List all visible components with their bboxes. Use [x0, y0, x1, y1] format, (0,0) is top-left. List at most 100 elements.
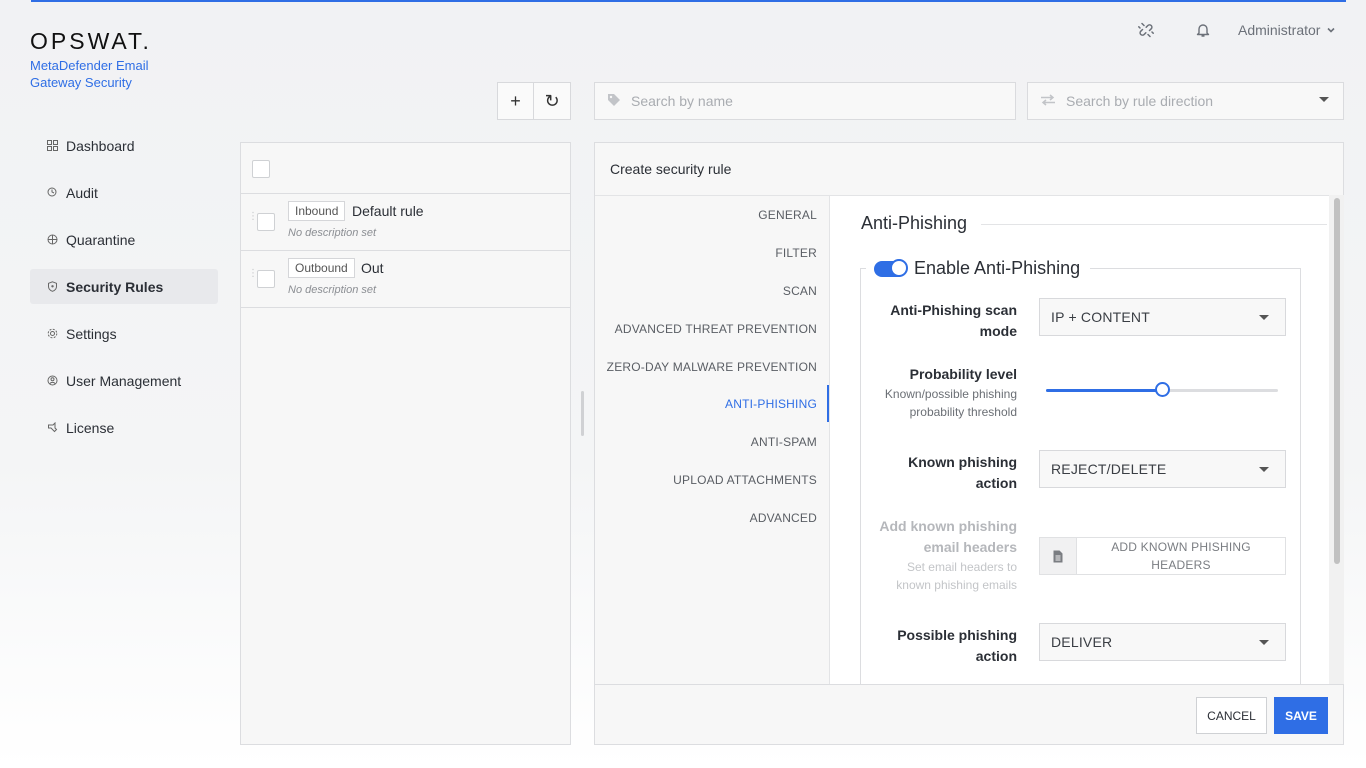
rules-list: ⋮ Inbound Default rule No description se… [240, 142, 571, 745]
known-action-value: REJECT/DELETE [1051, 461, 1167, 477]
section-content: Anti-Phishing Enable Anti-Phishing Anti-… [829, 195, 1329, 684]
opswat-logo: OPSWAT. [30, 28, 152, 55]
search-by-name-input[interactable]: Search by name [594, 82, 1016, 120]
content-scrollbar[interactable] [1329, 195, 1344, 684]
caret-down-icon [1319, 97, 1329, 102]
headers-label: Add known phishing email headers Set ema… [879, 518, 1017, 592]
sidebar-item-user-management[interactable]: User Management [30, 363, 218, 398]
scrollbar-thumb[interactable] [1334, 198, 1340, 564]
rule-direction-tag: Inbound [288, 201, 346, 221]
select-all-checkbox[interactable] [252, 160, 270, 178]
row-checkbox[interactable] [257, 213, 275, 231]
rule-direction-tag: Outbound [288, 258, 355, 278]
users-icon [46, 375, 58, 387]
sidebar-item-audit[interactable]: Audit [30, 175, 218, 210]
drag-handle-icon[interactable]: ⋮ [248, 269, 258, 279]
possible-action-value: DELIVER [1051, 634, 1113, 650]
unlink-icon[interactable] [1136, 20, 1156, 40]
panel-resize-handle[interactable] [581, 391, 584, 436]
section-advanced-threat-prevention[interactable]: ADVANCED THREAT PREVENTION [615, 322, 817, 336]
sidebar-item-security-rules[interactable]: Security Rules [30, 269, 218, 304]
top-accent-line [31, 0, 1346, 2]
grid-icon [46, 140, 58, 152]
rule-name: Default rule [352, 203, 424, 219]
plus-icon: + [510, 90, 521, 111]
audit-icon [46, 187, 58, 199]
section-scan[interactable]: SCAN [783, 284, 817, 298]
enable-anti-phishing-toggle[interactable] [874, 258, 908, 277]
probability-slider-fill [1046, 389, 1162, 392]
rule-toolbar: + ↻ [497, 82, 571, 120]
sidebar-item-label: License [66, 419, 115, 436]
scan-mode-label: Anti-Phishing scan mode [890, 302, 1017, 339]
sidebar-item-dashboard[interactable]: Dashboard [30, 128, 218, 163]
scan-mode-select[interactable]: IP + CONTENT [1039, 298, 1286, 336]
document-icon [1040, 538, 1077, 574]
section-anti-spam[interactable]: ANTI-SPAM [751, 435, 817, 449]
section-heading: Anti-Phishing [861, 213, 982, 234]
quarantine-icon [46, 234, 58, 246]
possible-action-label: Possible phishing action [897, 627, 1017, 664]
row-checkbox[interactable] [257, 270, 275, 288]
bell-icon[interactable] [1193, 20, 1213, 40]
panel-footer: CANCEL SAVE [595, 684, 1343, 744]
search-by-name-placeholder: Search by name [631, 93, 733, 109]
rule-description: No description set [288, 284, 377, 296]
drag-handle-icon[interactable]: ⋮ [248, 212, 258, 222]
section-upload-attachments[interactable]: UPLOAD ATTACHMENTS [673, 473, 817, 487]
sidebar-item-label: Quarantine [66, 231, 136, 248]
rule-name: Out [361, 260, 384, 276]
section-filter[interactable]: FILTER [775, 246, 817, 260]
scan-mode-value: IP + CONTENT [1051, 309, 1150, 325]
product-name: MetaDefender Email Gateway Security [30, 58, 149, 90]
known-action-label: Known phishing action [908, 454, 1017, 491]
probability-slider-thumb[interactable] [1155, 382, 1170, 397]
logo-text: OPSWAT. [30, 28, 152, 54]
user-name: Administrator [1238, 22, 1321, 38]
caret-down-icon [1259, 640, 1269, 645]
section-advanced[interactable]: ADVANCED [750, 511, 817, 525]
cancel-button[interactable]: CANCEL [1196, 697, 1267, 734]
search-by-direction-select[interactable]: Search by rule direction [1027, 82, 1344, 120]
shield-icon [46, 281, 58, 293]
sidebar: Dashboard Audit Quarantine Security Rule… [30, 128, 218, 457]
sidebar-item-label: Security Rules [66, 278, 164, 295]
sidebar-item-settings[interactable]: Settings [30, 316, 218, 351]
save-button[interactable]: SAVE [1274, 697, 1328, 734]
enable-anti-phishing-toggle-row: Enable Anti-Phishing [866, 258, 1091, 279]
sidebar-item-quarantine[interactable]: Quarantine [30, 222, 218, 257]
caret-down-icon [1259, 467, 1269, 472]
sidebar-item-label: User Management [66, 372, 182, 389]
tag-icon [607, 93, 621, 110]
sidebar-item-label: Dashboard [66, 137, 135, 154]
refresh-icon: ↻ [544, 90, 560, 111]
known-action-select[interactable]: REJECT/DELETE [1039, 450, 1286, 488]
panel-title: Create security rule [610, 161, 732, 177]
caret-down-icon [1259, 315, 1269, 320]
swap-icon [1040, 93, 1056, 109]
add-known-phishing-headers-button[interactable]: ADD KNOWN PHISHING HEADERS [1039, 537, 1286, 575]
section-zero-day-malware-prevention[interactable]: ZERO-DAY MALWARE PREVENTION [607, 360, 817, 374]
table-row[interactable]: ⋮ Outbound Out No description set [241, 251, 570, 308]
enable-anti-phishing-label: Enable Anti-Phishing [914, 258, 1081, 278]
probability-label: Probability level Known/possible phishin… [884, 366, 1017, 419]
refresh-button[interactable]: ↻ [534, 82, 571, 120]
chevron-down-icon [1326, 22, 1336, 38]
probability-slider[interactable] [1046, 382, 1278, 397]
rule-description: No description set [288, 227, 377, 239]
section-anti-phishing[interactable]: ANTI-PHISHING [725, 397, 817, 411]
possible-action-select[interactable]: DELIVER [1039, 623, 1286, 661]
section-general[interactable]: GENERAL [758, 208, 817, 222]
gear-icon [46, 328, 58, 340]
search-by-direction-placeholder: Search by rule direction [1066, 93, 1214, 109]
rules-list-header [241, 143, 570, 194]
sidebar-item-label: Audit [66, 184, 98, 201]
table-row[interactable]: ⋮ Inbound Default rule No description se… [241, 194, 570, 251]
sidebar-item-label: Settings [66, 325, 117, 342]
sidebar-item-license[interactable]: License [30, 410, 218, 445]
section-nav: GENERAL FILTER SCAN ADVANCED THREAT PREV… [595, 195, 829, 684]
user-menu[interactable]: Administrator [1238, 22, 1336, 38]
license-icon [46, 422, 58, 434]
create-rule-panel: Create security rule GENERAL FILTER SCAN… [594, 142, 1344, 745]
add-rule-button[interactable]: + [497, 82, 534, 120]
